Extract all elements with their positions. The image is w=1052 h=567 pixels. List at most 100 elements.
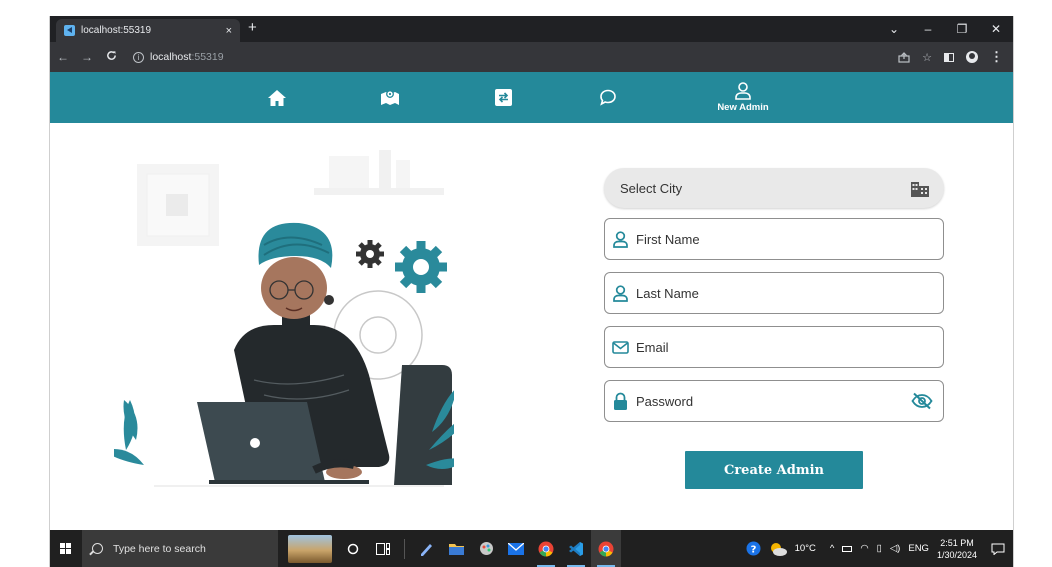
menu-kebab-icon[interactable]: ⋮ xyxy=(990,49,1003,65)
browser-toolbar: ← → i localhost:55319 ☆ ⋮ xyxy=(50,42,1013,72)
swap-icon xyxy=(494,89,512,106)
lock-icon xyxy=(611,392,629,410)
reload-button[interactable] xyxy=(100,50,122,64)
chrome-icon xyxy=(538,541,554,556)
taskbar-chrome-1[interactable] xyxy=(531,530,561,567)
paint-app-icon xyxy=(479,542,493,555)
clock-date: 1/30/2024 xyxy=(936,549,977,560)
search-highlight-image[interactable] xyxy=(288,534,332,563)
home-icon xyxy=(268,89,286,106)
tab-title: localhost:55319 xyxy=(81,25,152,36)
taskbar-mail[interactable] xyxy=(501,530,531,567)
city-select[interactable]: Select City xyxy=(604,168,944,208)
nav-new-admin[interactable]: New Admin xyxy=(705,72,781,123)
teal-gear-icon xyxy=(395,241,447,293)
wifi-icon[interactable]: ◠ xyxy=(860,543,868,554)
cortana-circle-icon xyxy=(347,543,359,554)
task-view-icon xyxy=(376,542,390,555)
taskbar-divider xyxy=(404,538,405,559)
url-port: :55319 xyxy=(191,51,224,63)
folder-icon xyxy=(448,544,464,555)
nav-map[interactable] xyxy=(375,72,405,123)
person-icon xyxy=(735,82,751,100)
nav-new-admin-label: New Admin xyxy=(717,102,769,113)
flutter-favicon-icon xyxy=(64,25,75,36)
language-indicator[interactable]: ENG xyxy=(908,543,929,554)
reload-icon xyxy=(106,51,116,60)
minimize-button[interactable]: – xyxy=(911,22,945,36)
browser-window: localhost:55319 × + ⌄ – ❐ ✕ ← → i localh… xyxy=(49,16,1014,567)
visibility-off-icon[interactable] xyxy=(911,392,933,410)
taskbar-app-pen[interactable] xyxy=(411,530,441,567)
app-navbar: New Admin xyxy=(50,72,1013,123)
nav-home[interactable] xyxy=(262,72,292,123)
password-field[interactable]: Password xyxy=(604,380,944,422)
new-tab-button[interactable]: + xyxy=(248,19,257,37)
mail-icon xyxy=(611,338,629,356)
side-panel-icon[interactable] xyxy=(944,52,954,62)
admin-illustration xyxy=(114,150,454,487)
taskbar-search-placeholder: Type here to search xyxy=(113,542,206,555)
weather-temp[interactable]: 10°C xyxy=(795,543,816,554)
small-gear-icon xyxy=(356,240,384,268)
network-icon[interactable]: ▯ xyxy=(877,543,882,554)
back-button[interactable]: ← xyxy=(52,50,74,64)
window-controls: ⌄ – ❐ ✕ xyxy=(877,16,1013,42)
svg-text:?: ? xyxy=(750,545,756,556)
taskbar-vscode[interactable] xyxy=(561,530,591,567)
system-tray: ? 10°C ^ ◠ ▯ ◁) ENG 2:51 PM 1/30/2024 xyxy=(746,530,1013,567)
url-host: localhost xyxy=(150,51,192,63)
city-select-value: Select City xyxy=(620,180,683,196)
last-name-field[interactable]: Last Name xyxy=(604,272,944,314)
mail-app-icon xyxy=(508,542,524,555)
address-bar[interactable]: i localhost:55319 xyxy=(133,46,903,68)
email-field[interactable]: Email xyxy=(604,326,944,368)
person-outline-icon xyxy=(611,284,629,302)
notification-icon[interactable] xyxy=(991,543,1005,555)
windows-taskbar: Type here to search ? 10°C ^ ◠ ▯ ◁) ENG … xyxy=(50,530,1013,567)
map-icon xyxy=(381,90,399,105)
password-placeholder: Password xyxy=(636,393,694,409)
start-button[interactable] xyxy=(50,530,80,567)
first-name-field[interactable]: First Name xyxy=(604,218,944,260)
forward-button[interactable]: → xyxy=(76,50,98,64)
browser-tab[interactable]: localhost:55319 × xyxy=(56,19,240,42)
nav-chat[interactable] xyxy=(593,72,623,123)
taskbar-app-paint[interactable] xyxy=(471,530,501,567)
restore-button[interactable]: ❐ xyxy=(945,22,979,36)
help-icon[interactable]: ? xyxy=(746,541,761,556)
taskbar-file-explorer[interactable] xyxy=(441,530,471,567)
tray-overflow-icon[interactable]: ^ xyxy=(830,543,834,554)
pen-app-icon xyxy=(421,543,432,556)
battery-icon[interactable] xyxy=(842,545,853,552)
share-icon[interactable] xyxy=(898,51,910,63)
profile-icon[interactable] xyxy=(966,51,978,63)
search-icon xyxy=(92,543,103,554)
city-buildings-icon xyxy=(911,182,929,197)
close-window-button[interactable]: ✕ xyxy=(979,22,1013,36)
clock-time: 2:51 PM xyxy=(940,537,974,548)
chrome-icon xyxy=(598,541,614,556)
vscode-icon xyxy=(569,541,583,556)
volume-icon[interactable]: ◁) xyxy=(890,543,900,554)
screen: localhost:55319 × + ⌄ – ❐ ✕ ← → i localh… xyxy=(0,0,1052,567)
tab-search-icon[interactable]: ⌄ xyxy=(877,22,911,36)
toolbar-actions: ☆ ⋮ xyxy=(898,42,1003,72)
tab-strip: localhost:55319 × + ⌄ – ❐ ✕ xyxy=(50,16,1013,42)
task-view-button[interactable] xyxy=(368,530,398,567)
bookmark-star-icon[interactable]: ☆ xyxy=(922,51,932,64)
nav-transfer[interactable] xyxy=(488,72,518,123)
cortana-button[interactable] xyxy=(338,530,368,567)
taskbar-chrome-2[interactable] xyxy=(591,530,621,567)
taskbar-search[interactable]: Type here to search xyxy=(82,530,278,567)
weather-icon[interactable] xyxy=(769,542,787,556)
clock[interactable]: 2:51 PM 1/30/2024 xyxy=(937,537,977,561)
email-placeholder: Email xyxy=(636,339,669,355)
tab-close-icon[interactable]: × xyxy=(226,25,232,37)
chat-icon xyxy=(600,89,616,106)
create-admin-button[interactable]: Create Admin xyxy=(685,451,863,489)
person-outline-icon xyxy=(611,230,629,248)
last-name-placeholder: Last Name xyxy=(636,285,699,301)
site-info-icon[interactable]: i xyxy=(133,51,144,63)
first-name-placeholder: First Name xyxy=(636,231,700,247)
